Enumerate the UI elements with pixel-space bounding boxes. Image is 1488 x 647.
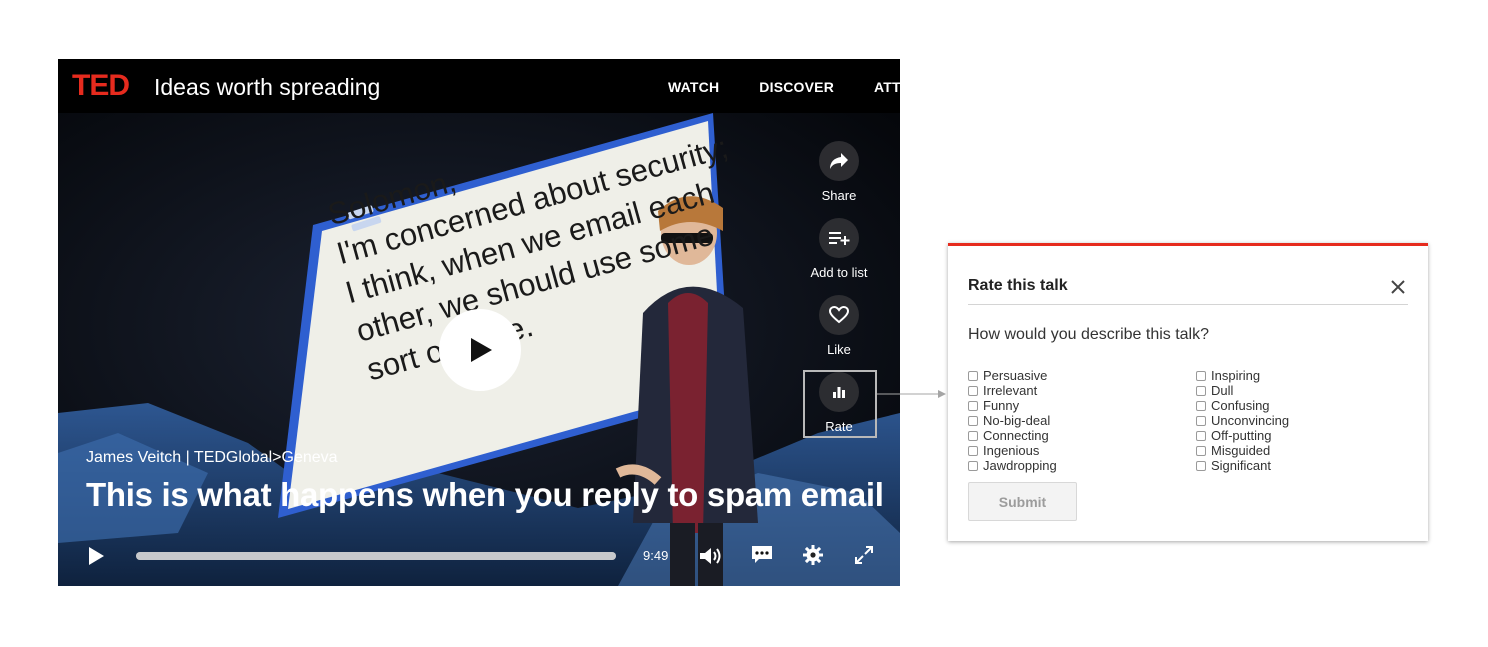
progress-bar[interactable] (136, 552, 616, 560)
option-label: Unconvincing (1211, 413, 1290, 428)
option-off-putting[interactable]: Off-putting (1196, 428, 1289, 443)
checkbox[interactable] (1196, 415, 1206, 426)
heart-icon (819, 295, 859, 335)
option-persuasive[interactable]: Persuasive (968, 368, 1057, 383)
option-label: Off-putting (1211, 428, 1272, 443)
option-inspiring[interactable]: Inspiring (1196, 368, 1289, 383)
option-label: Irrelevant (983, 383, 1038, 398)
gear-icon (803, 545, 823, 565)
add-to-list-label: Add to list (810, 265, 868, 280)
dialog-question: How would you describe this talk? (968, 326, 1210, 343)
add-to-list-button[interactable]: Add to list (802, 218, 876, 280)
close-icon[interactable] (1391, 280, 1405, 299)
talk-title: This is what happens when you reply to s… (86, 476, 884, 513)
option-unconvincing[interactable]: Unconvincing (1196, 413, 1289, 428)
checkbox[interactable] (968, 460, 978, 471)
option-label: No-big-deal (983, 413, 1051, 428)
rate-dialog: Rate this talk How would you describe th… (948, 243, 1428, 541)
share-label: Share (821, 188, 857, 203)
option-no-big-deal[interactable]: No-big-deal (968, 413, 1057, 428)
checkbox[interactable] (1196, 430, 1206, 441)
fullscreen-button[interactable] (851, 542, 877, 568)
option-label: Dull (1211, 383, 1234, 398)
checkbox[interactable] (968, 400, 978, 411)
option-funny[interactable]: Funny (968, 398, 1057, 413)
nav-watch[interactable]: WATCH (668, 79, 719, 95)
bar-chart-icon (819, 372, 859, 412)
checkbox[interactable] (1196, 385, 1206, 396)
settings-button[interactable] (800, 542, 826, 568)
checkbox[interactable] (968, 370, 978, 381)
option-label: Inspiring (1211, 368, 1261, 383)
option-label: Ingenious (983, 443, 1040, 458)
subtitles-button[interactable] (749, 542, 775, 568)
rate-button[interactable]: Rate (802, 372, 876, 434)
option-jawdropping[interactable]: Jawdropping (968, 458, 1057, 473)
option-label: Persuasive (983, 368, 1048, 383)
submit-button[interactable]: Submit (968, 482, 1077, 521)
option-dull[interactable]: Dull (1196, 383, 1289, 398)
option-irrelevant[interactable]: Irrelevant (968, 383, 1057, 398)
checkbox[interactable] (968, 430, 978, 441)
duration: 9:49 (643, 548, 669, 563)
option-label: Connecting (983, 428, 1049, 443)
like-button[interactable]: Like (802, 295, 876, 357)
play-icon (89, 547, 104, 565)
option-misguided[interactable]: Misguided (1196, 443, 1289, 458)
volume-icon (700, 548, 721, 564)
option-label: Significant (1211, 458, 1271, 473)
option-label: Confusing (1211, 398, 1270, 413)
option-label: Misguided (1211, 443, 1271, 458)
rate-label: Rate (825, 419, 853, 434)
checkbox[interactable] (968, 385, 978, 396)
option-label: Funny (983, 398, 1020, 413)
share-icon (819, 141, 859, 181)
subtitles-icon (752, 546, 772, 563)
connector-arrow (876, 390, 946, 398)
nav-discover[interactable]: DISCOVER (759, 79, 834, 95)
checkbox[interactable] (1196, 445, 1206, 456)
checkbox[interactable] (968, 415, 978, 426)
option-label: Jawdropping (983, 458, 1057, 473)
options-right: Inspiring Dull Confusing Unconvincing Of… (1196, 368, 1289, 473)
checkbox[interactable] (968, 445, 978, 456)
ted-logo[interactable]: TED (72, 69, 130, 103)
big-play-button[interactable] (439, 309, 521, 391)
speaker-event[interactable]: James Veitch | TEDGlobal>Geneva (86, 449, 338, 467)
tagline: Ideas worth spreading (154, 74, 381, 100)
dialog-title: Rate this talk (968, 277, 1068, 294)
share-button[interactable]: Share (802, 141, 876, 203)
playlist-add-icon (819, 218, 859, 258)
checkbox[interactable] (1196, 400, 1206, 411)
option-connecting[interactable]: Connecting (968, 428, 1057, 443)
play-icon (471, 338, 492, 362)
option-ingenious[interactable]: Ingenious (968, 443, 1057, 458)
nav-attend[interactable]: ATTE (874, 79, 900, 95)
divider (968, 304, 1408, 305)
player-controls: 9:49 (58, 537, 900, 577)
option-significant[interactable]: Significant (1196, 458, 1289, 473)
options-left: Persuasive Irrelevant Funny No-big-deal … (968, 368, 1057, 473)
fullscreen-icon (855, 546, 873, 564)
play-button[interactable] (82, 542, 110, 570)
video-player[interactable]: Solomon, I'm concerned about security; I… (58, 59, 900, 586)
site-header: TED Ideas worth spreading WATCH DISCOVER… (58, 59, 900, 113)
progress-fill (136, 552, 616, 560)
checkbox[interactable] (1196, 370, 1206, 381)
option-confusing[interactable]: Confusing (1196, 398, 1289, 413)
like-label: Like (827, 342, 851, 357)
checkbox[interactable] (1196, 460, 1206, 471)
volume-button[interactable] (698, 543, 724, 569)
main-nav: WATCH DISCOVER ATTE (668, 79, 900, 95)
